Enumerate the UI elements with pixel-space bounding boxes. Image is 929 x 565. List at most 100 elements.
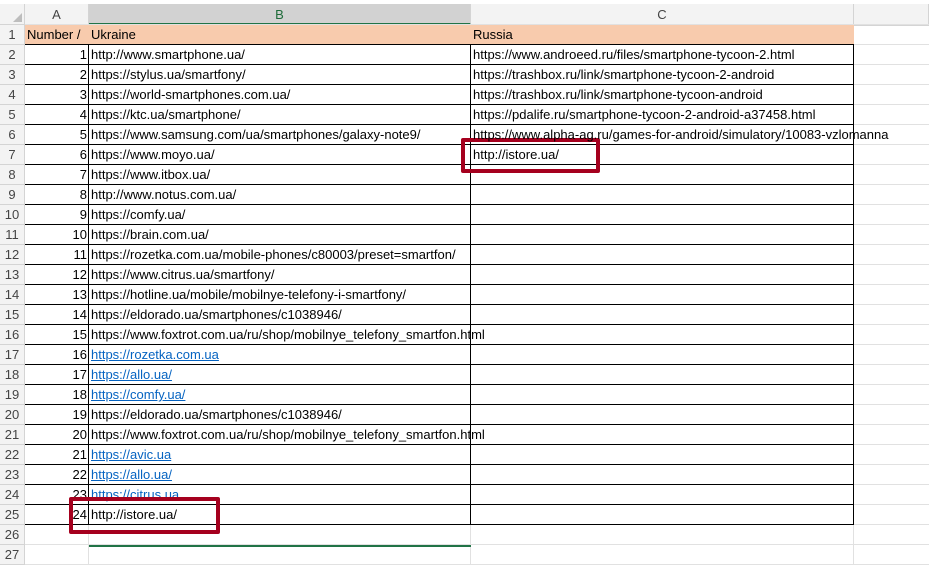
cell-ukraine-url[interactable]: https://www.citrus.ua/smartfony/ [89,265,471,285]
row-header-7[interactable]: 7 [0,145,25,165]
row-header-11[interactable]: 11 [0,225,25,245]
header-russia[interactable]: Russia [471,25,854,45]
row-header-27[interactable]: 27 [0,545,25,565]
cell-number[interactable]: 11 [25,245,89,265]
row-header-13[interactable]: 13 [0,265,25,285]
row-header-3[interactable]: 3 [0,65,25,85]
cell-border [25,444,854,445]
cell-number[interactable]: 15 [25,325,89,345]
cell-border-v [88,45,89,525]
column-header-d[interactable] [854,4,929,25]
column-header-c[interactable]: C [471,4,854,25]
highlight-box-ukraine [69,497,220,534]
cell-border [25,424,854,425]
row-header-10[interactable]: 10 [0,205,25,225]
cell-ukraine-url[interactable]: http://www.smartphone.ua/ [89,45,471,65]
cell-number[interactable]: 8 [25,185,89,205]
row-header-6[interactable]: 6 [0,125,25,145]
cell-number[interactable]: 18 [25,385,89,405]
cell-ukraine-url[interactable]: https://avic.ua [89,445,471,465]
spreadsheet-grid[interactable]: A B C 1 2 3 4 5 6 7 8 9 10 11 12 13 14 15 16 17 18 19 20 21 22 23… [0,0,929,565]
column-header-b[interactable]: B [89,4,471,25]
row-header-8[interactable]: 8 [0,165,25,185]
cell-ukraine-url[interactable]: https://rozetka.com.ua [89,345,471,365]
column-header-a[interactable]: A [25,4,89,25]
cell-border [25,404,854,405]
cell-border [25,224,854,225]
row-header-9[interactable]: 9 [0,185,25,205]
row-header-25[interactable]: 25 [0,505,25,525]
cell-border [25,464,854,465]
cell-border [25,324,854,325]
cell-russia-url[interactable]: https://www.alpha-ag.ru/games-for-androi… [471,125,888,145]
cell-russia-url[interactable]: https://pdalife.ru/smartphone-tycoon-2-a… [471,105,854,125]
cell-russia-url[interactable]: http://istore.ua/ [471,145,854,165]
row-header-12[interactable]: 12 [0,245,25,265]
cell-ukraine-url[interactable]: https://brain.com.ua/ [89,225,471,245]
cell-number[interactable]: 20 [25,425,89,445]
cell-number[interactable]: 2 [25,65,89,85]
header-number[interactable]: Number / [25,25,89,45]
cell-number[interactable]: 17 [25,365,89,385]
row-header-23[interactable]: 23 [0,465,25,485]
row-header-5[interactable]: 5 [0,105,25,125]
row-header-14[interactable]: 14 [0,285,25,305]
cell-ukraine-url[interactable]: https://www.samsung.com/ua/smartphones/g… [89,125,471,145]
row-header-1[interactable]: 1 [0,25,25,45]
cell-border [25,364,854,365]
cell-ukraine-url[interactable]: https://comfy.ua/ [89,385,471,405]
cell-number[interactable]: 3 [25,85,89,105]
cell-number[interactable]: 14 [25,305,89,325]
cell-border [25,204,854,205]
row-header-4[interactable]: 4 [0,85,25,105]
cell-ukraine-url[interactable]: https://ktc.ua/smartphone/ [89,105,471,125]
row-header-20[interactable]: 20 [0,405,25,425]
cell-ukraine-url[interactable]: https://rozetka.com.ua/mobile-phones/c80… [89,245,471,265]
row-header-22[interactable]: 22 [0,445,25,465]
cell-number[interactable]: 6 [25,145,89,165]
row-header-24[interactable]: 24 [0,485,25,505]
row-header-26[interactable]: 26 [0,525,25,545]
cell-number[interactable]: 9 [25,205,89,225]
cell-ukraine-url[interactable]: https://www.foxtrot.com.ua/ru/shop/mobil… [89,425,485,445]
cell-ukraine-url[interactable]: https://world-smartphones.com.ua/ [89,85,471,105]
cell-number[interactable]: 13 [25,285,89,305]
cell-ukraine-url[interactable]: http://www.notus.com.ua/ [89,185,471,205]
cell-number[interactable]: 7 [25,165,89,185]
cell-russia-url[interactable]: https://trashbox.ru/link/smartphone-tyco… [471,65,854,85]
cell-border [25,284,854,285]
cell-number[interactable]: 5 [25,125,89,145]
cell-number[interactable]: 10 [25,225,89,245]
row-header-19[interactable]: 19 [0,385,25,405]
cell-number[interactable]: 19 [25,405,89,425]
row-header-2[interactable]: 2 [0,45,25,65]
cell-ukraine-url[interactable]: https://allo.ua/ [89,465,471,485]
cell-number[interactable]: 22 [25,465,89,485]
cell-ukraine-url[interactable]: https://www.moyo.ua/ [89,145,471,165]
row-header-16[interactable]: 16 [0,325,25,345]
select-all-corner[interactable] [0,4,25,25]
cell-ukraine-url[interactable]: https://www.itbox.ua/ [89,165,471,185]
header-ukraine[interactable]: Ukraine [89,25,471,45]
cell-number[interactable]: 16 [25,345,89,365]
cell-number[interactable]: 1 [25,45,89,65]
cell-number[interactable]: 21 [25,445,89,465]
cell-number[interactable]: 4 [25,105,89,125]
cell-ukraine-url[interactable]: https://stylus.ua/smartfony/ [89,65,471,85]
cell-ukraine-url[interactable]: https://allo.ua/ [89,365,471,385]
cell-number[interactable]: 12 [25,265,89,285]
cell-russia-url[interactable]: https://trashbox.ru/link/smartphone-tyco… [471,85,854,105]
cell-russia-url[interactable]: https://www.androeed.ru/files/smartphone… [471,45,854,65]
cell-ukraine-url[interactable]: https://eldorado.ua/smartphones/c1038946… [89,305,471,325]
cell-ukraine-url[interactable]: https://hotline.ua/mobile/mobilnye-telef… [89,285,471,305]
row-header-15[interactable]: 15 [0,305,25,325]
cell-ukraine-url[interactable]: https://comfy.ua/ [89,205,471,225]
selected-column-indicator [89,545,471,547]
cell-ukraine-url[interactable]: https://eldorado.ua/smartphones/c1038946… [89,405,471,425]
row-header-17[interactable]: 17 [0,345,25,365]
row-header-21[interactable]: 21 [0,425,25,445]
cell-border [25,384,854,385]
cell-border [25,184,854,185]
cell-ukraine-url[interactable]: https://www.foxtrot.com.ua/ru/shop/mobil… [89,325,485,345]
row-header-18[interactable]: 18 [0,365,25,385]
